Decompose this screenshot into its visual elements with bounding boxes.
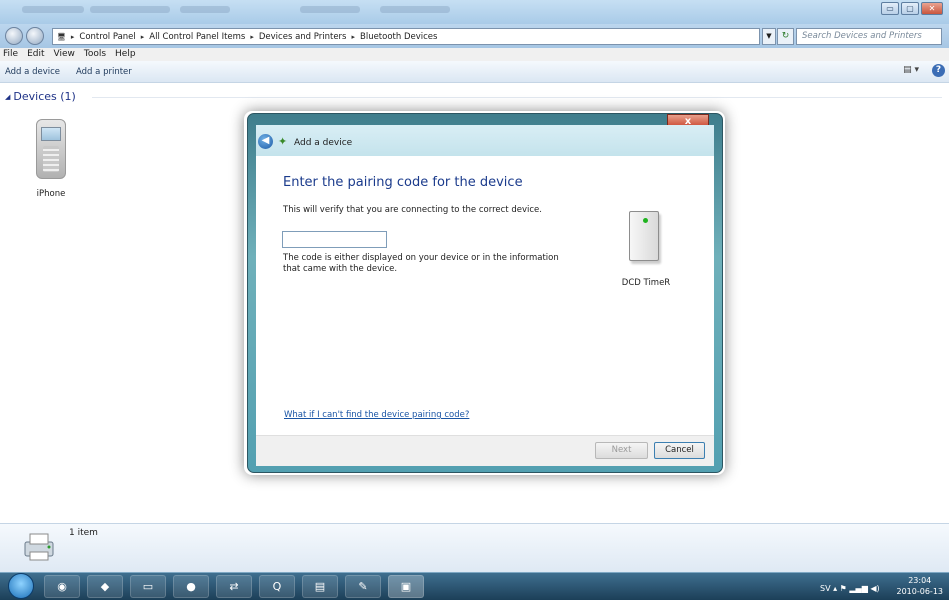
volume-icon[interactable]: ◀): [870, 584, 879, 593]
device-icon: [629, 211, 659, 261]
phone-icon[interactable]: [36, 119, 66, 179]
notepad-icon[interactable]: ▤: [302, 575, 338, 598]
devices-group-header[interactable]: ◢ Devices (1): [5, 90, 76, 103]
breadcrumb-item[interactable]: Bluetooth Devices: [360, 32, 437, 42]
clock-time: 23:04: [908, 576, 932, 585]
control-panel-icon: 🖥: [57, 32, 66, 41]
close-button[interactable]: ✕: [921, 2, 943, 15]
start-button[interactable]: [8, 573, 34, 599]
device-led: [643, 218, 648, 223]
breadcrumb-item[interactable]: All Control Panel Items: [149, 32, 245, 42]
back-button[interactable]: [5, 27, 23, 45]
address-bar[interactable]: 🖥 ▸ Control Panel ▸ All Control Panel It…: [52, 28, 760, 45]
menu-file[interactable]: File: [3, 48, 18, 61]
chevron-right-icon: ▸: [70, 32, 75, 41]
clock[interactable]: 23:04 2010-06-13: [897, 575, 944, 597]
group-title: Devices (1): [13, 90, 76, 103]
title-blur: [90, 6, 170, 13]
title-blur: [300, 6, 360, 13]
forward-button[interactable]: [26, 27, 44, 45]
chevron-right-icon: ▸: [250, 32, 254, 41]
details-pane: [0, 523, 949, 572]
menu-tools[interactable]: Tools: [84, 48, 106, 61]
language-indicator[interactable]: SV: [820, 584, 831, 593]
controlpanel-icon[interactable]: ▣: [388, 575, 424, 598]
menu-bar: File Edit View Tools Help: [0, 48, 949, 61]
refresh-icon[interactable]: ↻: [777, 28, 794, 45]
title-blur: [380, 6, 450, 13]
add-device-icon: ✦: [278, 135, 288, 148]
media-icon[interactable]: ◆: [87, 575, 123, 598]
device-label-iphone[interactable]: iPhone: [26, 189, 76, 199]
window-controls: ▭ ▢ ✕: [881, 2, 943, 15]
command-bar: Add a device Add a printer: [0, 61, 949, 83]
breadcrumb-item[interactable]: Devices and Printers: [259, 32, 347, 42]
dialog-body: [256, 156, 714, 435]
pairing-code-input[interactable]: [282, 231, 387, 248]
window-titlebar[interactable]: ▭ ▢ ✕: [0, 0, 949, 24]
help-icon[interactable]: ?: [932, 64, 945, 77]
device-name-label: DCD TimeR: [621, 278, 671, 288]
pairing-hint: The code is either displayed on your dev…: [283, 253, 559, 274]
clock-date: 2010-06-13: [896, 587, 944, 596]
dialog-subtext: This will verify that you are connecting…: [283, 205, 542, 215]
group-divider: [92, 97, 942, 98]
title-blur: [22, 6, 84, 13]
flag-icon[interactable]: ⚑: [840, 584, 847, 593]
phone-keypad: [43, 146, 59, 172]
next-button[interactable]: Next: [595, 442, 648, 459]
network-icon[interactable]: ⇄: [216, 575, 252, 598]
add-printer-button[interactable]: Add a printer: [76, 67, 132, 77]
add-device-button[interactable]: Add a device: [5, 67, 60, 77]
chevron-right-icon: ▸: [351, 32, 355, 41]
dialog-heading: Enter the pairing code for the device: [283, 175, 523, 190]
menu-help[interactable]: Help: [115, 48, 136, 61]
view-options-icon[interactable]: ▤ ▾: [903, 65, 919, 75]
signal-icon[interactable]: ▂▄▆: [849, 584, 870, 593]
breadcrumb-item[interactable]: Control Panel: [79, 32, 135, 42]
collapse-triangle-icon: ◢: [5, 92, 11, 101]
maximize-button[interactable]: ▢: [901, 2, 919, 15]
address-bar-row: 🖥 ▸ Control Panel ▸ All Control Panel It…: [0, 24, 949, 48]
firefox-icon[interactable]: ◉: [44, 575, 80, 598]
menu-edit[interactable]: Edit: [27, 48, 44, 61]
dialog-title: Add a device: [294, 138, 353, 148]
back-arrow-icon[interactable]: ◀: [258, 134, 273, 149]
printer-icon: [21, 532, 57, 562]
address-dropdown-icon[interactable]: ▼: [762, 28, 776, 45]
system-tray[interactable]: SV ▴ ⚑ ▂▄▆ ◀): [820, 584, 880, 593]
folder-icon[interactable]: ▭: [130, 575, 166, 598]
spotify-icon[interactable]: ●: [173, 575, 209, 598]
minimize-button[interactable]: ▭: [881, 2, 899, 15]
menu-view[interactable]: View: [54, 48, 75, 61]
title-blur: [180, 6, 230, 13]
phone-screen: [41, 127, 61, 141]
qt-icon[interactable]: Q: [259, 575, 295, 598]
pairing-help-link[interactable]: What if I can't find the device pairing …: [284, 410, 469, 420]
paint-icon[interactable]: ✎: [345, 575, 381, 598]
search-input[interactable]: Search Devices and Printers: [796, 28, 942, 45]
item-count: 1 item: [69, 528, 98, 538]
chevron-right-icon: ▸: [140, 32, 145, 41]
cancel-button[interactable]: Cancel: [654, 442, 705, 459]
